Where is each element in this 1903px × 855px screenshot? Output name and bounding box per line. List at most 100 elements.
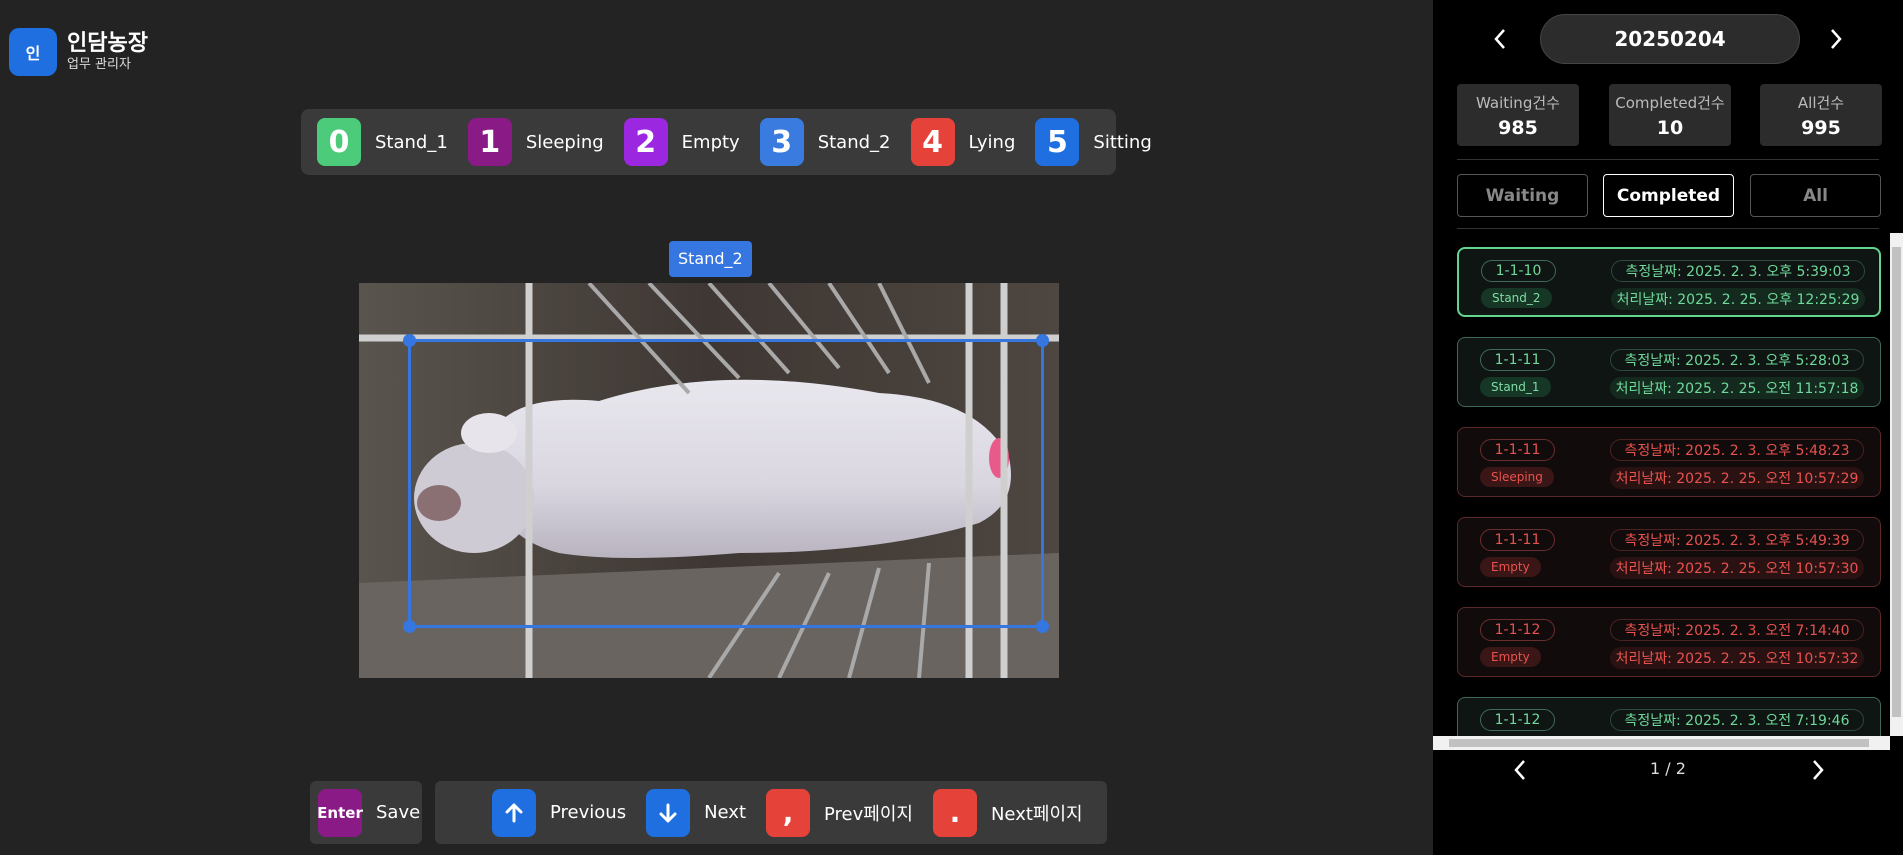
task-card[interactable]: 1-1-11 Stand_1 측정날짜: 2025. 2. 3. 오후 5:28:0… — [1457, 337, 1881, 407]
processed-date: 처리날짜: 2025. 2. 25. 오전 10:57:30 — [1610, 557, 1864, 579]
task-card[interactable]: 1-1-11 Sleeping 측정날짜: 2025. 2. 3. 오후 5:48:… — [1457, 427, 1881, 497]
task-status-badge: Stand_2 — [1481, 288, 1552, 308]
count-value: 995 — [1801, 117, 1841, 139]
divider — [1457, 228, 1879, 229]
prev-page-label: Prev페이지 — [824, 803, 913, 825]
task-card[interactable]: 1-1-12 Empty 측정날짜: 2025. 2. 3. 오전 7:14:40 처… — [1457, 607, 1881, 677]
task-id: 1-1-11 — [1480, 439, 1555, 461]
next-date-button[interactable] — [1821, 24, 1851, 54]
previous-key[interactable] — [492, 788, 536, 837]
measured-date: 측정날짜: 2025. 2. 3. 오전 7:19:46 — [1610, 709, 1864, 731]
scrollbar-thumb[interactable] — [1449, 739, 1869, 747]
legend-item-sitting[interactable]: 5 Sitting — [1035, 118, 1152, 166]
vertical-scrollbar[interactable] — [1890, 233, 1903, 736]
bbox-handle-bottom-right[interactable] — [1036, 620, 1049, 633]
pagination: 1 / 2 — [1433, 750, 1903, 790]
bbox-label-tag: Stand_2 — [669, 241, 752, 277]
measured-date: 측정날짜: 2025. 2. 3. 오후 5:39:03 — [1611, 260, 1865, 282]
current-date[interactable]: 20250204 — [1540, 14, 1800, 64]
legend-key[interactable]: 0 — [317, 118, 361, 166]
next-page-button[interactable] — [1803, 755, 1833, 785]
previous-label: Previous — [550, 802, 627, 823]
task-id: 1-1-12 — [1480, 709, 1555, 731]
count-label: Completed건수 — [1615, 94, 1725, 112]
prev-date-button[interactable] — [1485, 24, 1515, 54]
save-label: Save — [376, 802, 421, 823]
app-title: 인담농장 — [67, 31, 148, 56]
count-value: 985 — [1498, 117, 1538, 139]
count-label: Waiting건수 — [1476, 94, 1560, 112]
legend-label: Stand_2 — [817, 131, 891, 153]
logo-badge: 인 — [9, 28, 57, 76]
chevron-right-icon — [1813, 760, 1824, 780]
arrow-up-icon — [505, 803, 523, 822]
bbox-handle-bottom-left[interactable] — [403, 620, 416, 633]
legend-item-sleeping[interactable]: 1 Sleeping — [467, 118, 604, 166]
legend-item-lying[interactable]: 4 Lying — [910, 118, 1016, 166]
app-logo: 인 인담농장 업무 관리자 — [9, 28, 148, 76]
task-panel: 20250204 Waiting건수 985 Completed건수 10 Al… — [1433, 0, 1903, 855]
legend-key[interactable]: 2 — [623, 118, 668, 166]
legend-key[interactable]: 3 — [759, 118, 804, 166]
legend-key[interactable]: 5 — [1035, 118, 1080, 166]
measured-date: 측정날짜: 2025. 2. 3. 오후 5:28:03 — [1610, 349, 1864, 371]
scrollbar-thumb[interactable] — [1892, 247, 1901, 717]
prev-page-key[interactable]: , — [766, 788, 811, 837]
task-id: 1-1-11 — [1480, 529, 1555, 551]
legend-label: Sleeping — [525, 131, 604, 153]
task-card[interactable]: 1-1-11 Empty 측정날짜: 2025. 2. 3. 오후 5:49:39 처… — [1457, 517, 1881, 587]
chevron-right-icon — [1831, 29, 1842, 49]
divider — [1457, 159, 1879, 160]
legend-label: Empty — [681, 131, 740, 153]
processed-date: 처리날짜: 2025. 2. 25. 오후 12:25:29 — [1611, 288, 1865, 310]
all-count: All건수 995 — [1760, 84, 1882, 146]
horizontal-scrollbar[interactable] — [1433, 736, 1890, 750]
annotation-image[interactable] — [359, 283, 1059, 678]
legend-key[interactable]: 1 — [467, 118, 512, 166]
legend-item-stand_1[interactable]: 0 Stand_1 — [317, 118, 448, 166]
bbox-handle-top-right[interactable] — [1036, 334, 1049, 347]
task-status-badge: Sleeping — [1480, 467, 1554, 487]
waiting-count: Waiting건수 985 — [1457, 84, 1579, 146]
next-page-key[interactable]: . — [932, 788, 977, 837]
next-label: Next — [704, 802, 747, 823]
bounding-box[interactable] — [403, 334, 1049, 633]
legend-label: Sitting — [1093, 131, 1152, 153]
count-value: 10 — [1656, 117, 1684, 139]
labeling-app: 인 인담농장 업무 관리자 0 Stand_1 1 Sleeping 2 Empty 3 St… — [0, 0, 1903, 855]
next-page-label: Next페이지 — [990, 803, 1083, 825]
tab-completed[interactable]: Completed — [1603, 174, 1734, 217]
legend-label: Lying — [968, 131, 1016, 153]
tab-all[interactable]: All — [1750, 174, 1881, 217]
processed-date: 처리날짜: 2025. 2. 25. 오전 10:57:32 — [1610, 647, 1864, 669]
measured-date: 측정날짜: 2025. 2. 3. 오후 5:48:23 — [1610, 439, 1864, 461]
tab-waiting[interactable]: Waiting — [1457, 174, 1588, 217]
bbox-handle-top-left[interactable] — [403, 334, 416, 347]
task-list[interactable]: 1-1-10 Stand_2 측정날짜: 2025. 2. 3. 오후 5:39:0… — [1433, 233, 1903, 736]
measured-date: 측정날짜: 2025. 2. 3. 오후 5:49:39 — [1610, 529, 1864, 551]
task-id: 1-1-11 — [1480, 349, 1555, 371]
arrow-down-icon — [659, 803, 677, 822]
task-id: 1-1-12 — [1480, 619, 1555, 641]
processed-date: 처리날짜: 2025. 2. 25. 오전 10:57:29 — [1610, 467, 1864, 489]
enter-key[interactable]: Enter — [317, 788, 363, 837]
count-label: All건수 — [1797, 94, 1845, 112]
legend-key[interactable]: 4 — [910, 118, 955, 166]
class-legend: 0 Stand_1 1 Sleeping 2 Empty 3 Stand_2 4 Lying 5 Si… — [301, 109, 1152, 175]
logo-text: 인담농장 업무 관리자 — [67, 31, 148, 73]
task-card[interactable]: 1-1-10 Stand_2 측정날짜: 2025. 2. 3. 오후 5:39:0… — [1457, 247, 1881, 317]
completed-count: Completed건수 10 — [1609, 84, 1731, 146]
task-status-badge: Empty — [1480, 557, 1541, 577]
task-status-badge: Stand_1 — [1480, 377, 1551, 397]
legend-label: Stand_1 — [375, 131, 448, 153]
navigation-shortcuts: Previous Next , Prev페이지 . Next페이지 — [435, 781, 1107, 844]
legend-item-empty[interactable]: 2 Empty — [623, 118, 740, 166]
next-key[interactable] — [646, 788, 691, 837]
save-shortcut[interactable]: Enter Save — [310, 781, 422, 844]
processed-date: 처리날짜: 2025. 2. 25. 오전 11:57:18 — [1610, 377, 1864, 399]
task-status-badge: Empty — [1480, 647, 1541, 667]
legend-item-stand_2[interactable]: 3 Stand_2 — [759, 118, 891, 166]
measured-date: 측정날짜: 2025. 2. 3. 오전 7:14:40 — [1610, 619, 1864, 641]
task-card[interactable]: 1-1-12 측정날짜: 2025. 2. 3. 오전 7:19:46 — [1457, 697, 1881, 736]
chevron-left-icon — [1494, 29, 1505, 49]
